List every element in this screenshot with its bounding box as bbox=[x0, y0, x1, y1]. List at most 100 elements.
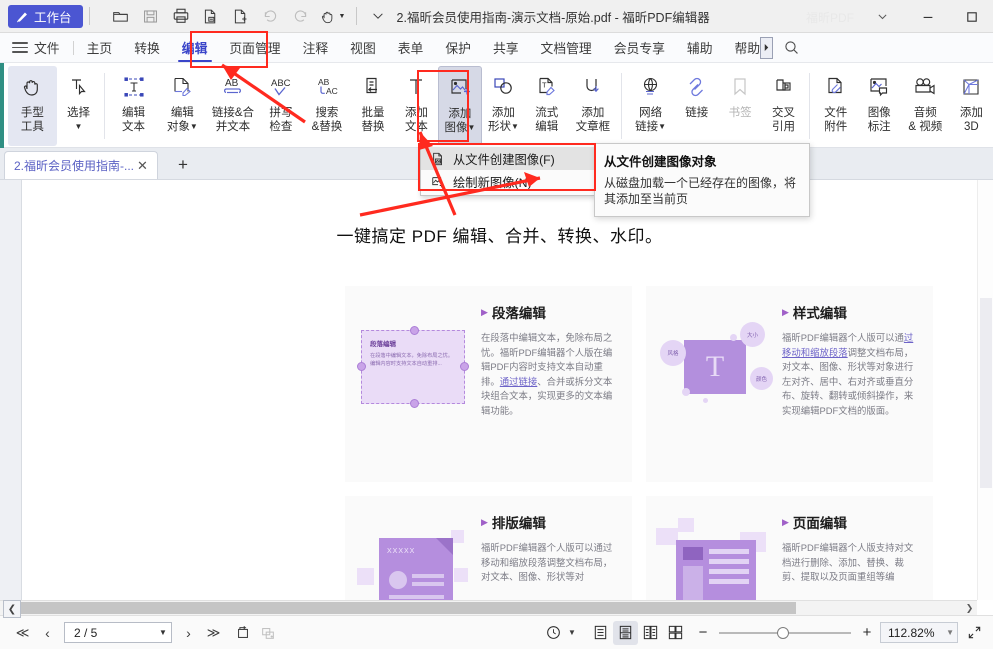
menu-item-create-image-from-file[interactable]: 从文件创建图像(F) bbox=[421, 147, 594, 170]
svg-text:AB: AB bbox=[225, 78, 239, 89]
card-text-layout: ▶ 排版编辑 福昕PDF编辑器个人版可以通过移动和缩放段落调整文档布局，对文本、… bbox=[477, 512, 618, 600]
ribbon-label: 添加文本 bbox=[405, 106, 428, 134]
save-as-icon[interactable] bbox=[196, 3, 226, 29]
ribbon-add-3d-button[interactable]: 添加3D bbox=[950, 66, 993, 146]
inline-link[interactable]: 通过链接 bbox=[500, 376, 538, 387]
menu-item-comment[interactable]: 注释 bbox=[292, 33, 340, 62]
print-icon[interactable] bbox=[166, 3, 196, 29]
add-shape-icon bbox=[491, 72, 515, 102]
facing-continuous-view-button[interactable] bbox=[663, 621, 688, 645]
chevron-down-icon[interactable]: ▼ bbox=[156, 628, 170, 637]
zoom-slider-knob[interactable] bbox=[777, 627, 789, 639]
next-page-button[interactable]: › bbox=[176, 621, 201, 645]
new-file-icon[interactable] bbox=[226, 3, 256, 29]
page-number-input-group[interactable]: ▼ bbox=[64, 622, 172, 643]
menu-item-draw-new-image[interactable]: 绘制新图像(N) bbox=[421, 170, 594, 193]
redo-icon[interactable] bbox=[286, 3, 316, 29]
horizontal-scrollbar[interactable]: ❮ ❯ bbox=[0, 600, 977, 615]
ribbon-bookmark-button[interactable]: 书签 bbox=[718, 66, 761, 146]
ribbon-audio-video-button[interactable]: 音频& 视频 bbox=[901, 66, 950, 146]
menu-item-accessibility[interactable]: 辅助 bbox=[676, 33, 724, 62]
menu-label: 帮助 bbox=[735, 38, 761, 57]
menu-item-form[interactable]: 表单 bbox=[387, 33, 435, 62]
ribbon-add-image-button[interactable]: 添加图像▼ bbox=[438, 66, 482, 146]
fullscreen-button[interactable] bbox=[962, 621, 987, 645]
card-art-paragraph: 段落编辑 在段落中编辑文本，免除布局之忧。编辑内容时支持文本自动重排... bbox=[355, 302, 477, 482]
continuous-view-button[interactable] bbox=[613, 621, 638, 645]
ribbon-edit-object-button[interactable]: 编辑对象▼ bbox=[158, 66, 207, 146]
ribbon-add-text-button[interactable]: 添加文本 bbox=[395, 66, 438, 146]
title-bar: 工作台 bbox=[0, 0, 993, 33]
workbench-button[interactable]: 工作台 bbox=[8, 5, 83, 28]
page-number-input[interactable] bbox=[72, 625, 156, 641]
ribbon-hand-tool-button[interactable]: 手型工具 bbox=[8, 66, 57, 146]
ribbon-spell-check-button[interactable]: ABC 拼写检查 bbox=[259, 66, 302, 146]
zoom-in-button[interactable]: + bbox=[858, 624, 876, 641]
zoom-slider[interactable] bbox=[719, 625, 851, 641]
layout-document-art: XXXXX bbox=[379, 538, 453, 600]
search-icon[interactable] bbox=[783, 39, 800, 56]
paragraph-selection-box: 段落编辑 在段落中编辑文本，免除布局之忧。编辑内容时支持文本自动重排... bbox=[361, 330, 465, 404]
left-navigation-rail[interactable] bbox=[0, 180, 22, 600]
scroll-right-arrow-icon[interactable]: ❯ bbox=[962, 601, 977, 615]
menu-item-convert[interactable]: 转换 bbox=[123, 33, 171, 62]
ribbon-cross-reference-button[interactable]: 交叉引用 bbox=[762, 66, 805, 146]
ribbon-select-tool-button[interactable]: 选择▼ bbox=[57, 66, 100, 146]
vertical-scrollbar[interactable] bbox=[977, 180, 993, 600]
menu-item-member[interactable]: 会员专享 bbox=[603, 33, 676, 62]
zoom-out-button[interactable]: − bbox=[694, 624, 712, 641]
read-mode-icon[interactable] bbox=[542, 621, 564, 645]
ribbon-file-attachment-button[interactable]: 文件附件 bbox=[814, 66, 857, 146]
ribbon-add-article-box-button[interactable]: 添加文章框 bbox=[569, 66, 618, 146]
rotate-view-button[interactable] bbox=[230, 621, 255, 645]
ribbon-image-annotation-button[interactable]: 图像标注 bbox=[858, 66, 901, 146]
menu-item-help[interactable]: 帮助 bbox=[724, 33, 763, 62]
ribbon-link-merge-text-button[interactable]: AB 链接&合并文本 bbox=[207, 66, 259, 146]
document-page-view[interactable]: 一键搞定 PDF 编辑、合并、转换、水印。 段落编辑 在段落中编辑文本，免除布局… bbox=[22, 180, 977, 600]
ribbon-web-link-button[interactable]: 网络链接▼ bbox=[626, 66, 675, 146]
menu-item-home[interactable]: 主页 bbox=[76, 33, 124, 62]
document-tab[interactable]: 2.福昕会员使用指南-... ✕ bbox=[4, 151, 158, 179]
deco-square-5 bbox=[678, 518, 694, 532]
single-page-view-button[interactable] bbox=[588, 621, 613, 645]
ribbon-link-button[interactable]: 链接 bbox=[675, 66, 718, 146]
tooltip-title: 从文件创建图像对象 bbox=[604, 151, 800, 170]
hand-tool-icon[interactable]: ▼ bbox=[316, 3, 350, 29]
menu-item-view[interactable]: 视图 bbox=[339, 33, 387, 62]
rotate-view-alt-button[interactable] bbox=[255, 621, 280, 645]
close-icon[interactable]: ✕ bbox=[134, 157, 151, 174]
card-title: 页面编辑 bbox=[793, 512, 847, 532]
menu-item-edit[interactable]: 编辑 bbox=[171, 33, 219, 62]
undo-icon[interactable] bbox=[256, 3, 286, 29]
hamburger-icon[interactable] bbox=[12, 42, 28, 53]
menu-item-share[interactable]: 共享 bbox=[482, 33, 530, 62]
menu-item-file[interactable]: 文件 bbox=[28, 33, 71, 62]
vertical-scroll-thumb[interactable] bbox=[980, 298, 992, 488]
zoom-level-select[interactable]: 112.82% ▼ bbox=[880, 622, 958, 643]
ribbon-search-replace-button[interactable]: AB AC 搜索&替换 bbox=[303, 66, 352, 146]
menu-item-page-manage[interactable]: 页面管理 bbox=[218, 33, 291, 62]
last-page-button[interactable]: ≫ bbox=[201, 621, 226, 645]
save-icon[interactable] bbox=[136, 3, 166, 29]
inline-link[interactable]: 过移动和缩放段落 bbox=[782, 332, 913, 358]
add-image-dropdown-menu[interactable]: 从文件创建图像(F) 绘制新图像(N) bbox=[420, 144, 595, 196]
facing-view-button[interactable] bbox=[638, 621, 663, 645]
read-mode-caret-icon[interactable]: ▼ bbox=[564, 621, 580, 645]
first-page-button[interactable]: ≪ bbox=[10, 621, 35, 645]
menu-item-doc-manage[interactable]: 文档管理 bbox=[530, 33, 603, 62]
horizontal-scroll-thumb[interactable] bbox=[16, 602, 796, 614]
open-file-icon[interactable] bbox=[106, 3, 136, 29]
chevron-down-icon[interactable]: ▼ bbox=[946, 628, 954, 637]
ribbon-add-shape-button[interactable]: 添加形状▼ bbox=[482, 66, 525, 146]
ribbon-edit-text-button[interactable]: 编辑文本 bbox=[109, 66, 158, 146]
titlebar-dropdown-icon[interactable] bbox=[862, 0, 902, 33]
customize-toolbar-icon[interactable] bbox=[363, 3, 393, 29]
ribbon-flow-edit-button[interactable]: T 流式编辑 bbox=[525, 66, 568, 146]
ribbon-batch-replace-button[interactable]: 批量替换 bbox=[351, 66, 394, 146]
maximize-button[interactable] bbox=[952, 0, 992, 33]
collapse-panel-button[interactable]: ❮ bbox=[3, 600, 21, 618]
menu-item-protect[interactable]: 保护 bbox=[434, 33, 482, 62]
minimize-button[interactable] bbox=[908, 0, 948, 33]
new-tab-button[interactable]: + bbox=[172, 155, 194, 175]
previous-page-button[interactable]: ‹ bbox=[35, 621, 60, 645]
